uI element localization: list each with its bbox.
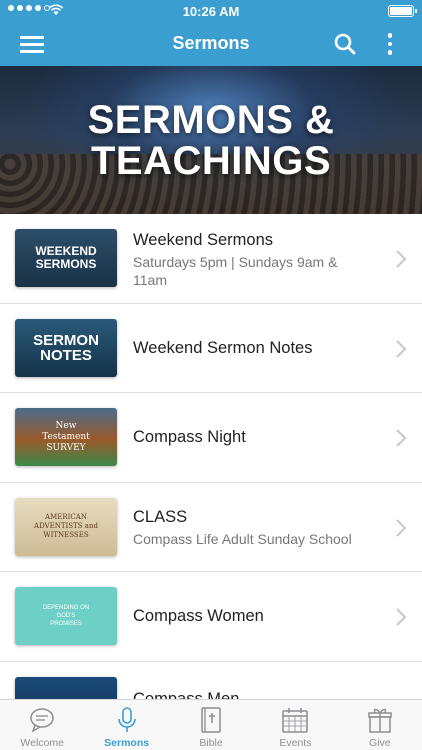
hero-title: SERMONS & TEACHINGS <box>87 98 335 183</box>
tab-bible[interactable]: Bible <box>169 700 253 750</box>
tab-give[interactable]: Give <box>338 700 422 750</box>
weekend-sermons-thumbnail: WEEKEND SERMONS <box>15 229 117 287</box>
chevron-right-icon <box>396 250 407 268</box>
status-bar: 10:26 AM <box>0 0 422 22</box>
microphone-icon <box>117 707 136 732</box>
compass-night-thumbnail: New Testament SURVEY <box>15 408 117 466</box>
chevron-right-icon <box>396 518 407 537</box>
top-bar: 10:26 AM Sermons <box>0 0 422 66</box>
compass-women-thumbnail: DEPENDING ON GOD'S PROMISES <box>15 587 117 645</box>
status-time: 10:26 AM <box>182 4 240 19</box>
list-item-class[interactable]: AMERICAN ADVENTISTS and WITNESSES CLASS … <box>0 483 422 572</box>
more-options-button[interactable] <box>380 30 400 58</box>
sermon-notes-thumbnail: SERMON NOTES <box>15 318 117 377</box>
list-item-compass-women[interactable]: DEPENDING ON GOD'S PROMISES Compass Wome… <box>0 572 422 662</box>
bible-icon <box>201 707 221 733</box>
class-thumbnail: AMERICAN ADVENTISTS and WITNESSES <box>15 497 117 556</box>
chevron-right-icon <box>396 339 407 358</box>
item-title: Weekend Sermons <box>133 231 274 249</box>
item-title: Weekend Sermon Notes <box>133 338 313 357</box>
sermon-list: WEEKEND SERMONS Weekend Sermons Saturday… <box>0 214 422 750</box>
tab-sermons[interactable]: Sermons <box>84 700 168 750</box>
item-title: CLASS <box>133 507 188 526</box>
item-subtitle: Compass Life Adult Sunday School <box>133 530 352 547</box>
calendar-icon <box>282 708 309 733</box>
item-subtitle: Saturdays 5pm | Sundays 9am & 11am <box>133 254 338 288</box>
hero-banner: SERMONS & TEACHINGS <box>0 66 422 214</box>
tab-welcome[interactable]: Welcome <box>0 700 84 750</box>
battery-icon <box>388 5 417 17</box>
search-icon[interactable] <box>332 31 358 57</box>
item-title: Compass Night <box>133 428 246 446</box>
list-item-compass-night[interactable]: New Testament SURVEY Compass Night <box>0 393 422 483</box>
list-item-weekend-sermon-notes[interactable]: SERMON NOTES Weekend Sermon Notes <box>0 304 422 393</box>
page-title: Sermons <box>172 33 250 53</box>
chevron-right-icon <box>396 608 407 626</box>
tab-bar: Welcome Sermons Bible Events Give <box>0 699 422 750</box>
vertical-ellipsis-icon <box>387 33 393 38</box>
chat-bubble-icon <box>30 708 54 733</box>
gift-icon <box>368 708 392 733</box>
chevron-right-icon <box>396 429 407 447</box>
list-item-weekend-sermons[interactable]: WEEKEND SERMONS Weekend Sermons Saturday… <box>0 214 422 304</box>
tab-events[interactable]: Events <box>253 700 337 750</box>
item-title: Compass Women <box>133 607 264 625</box>
